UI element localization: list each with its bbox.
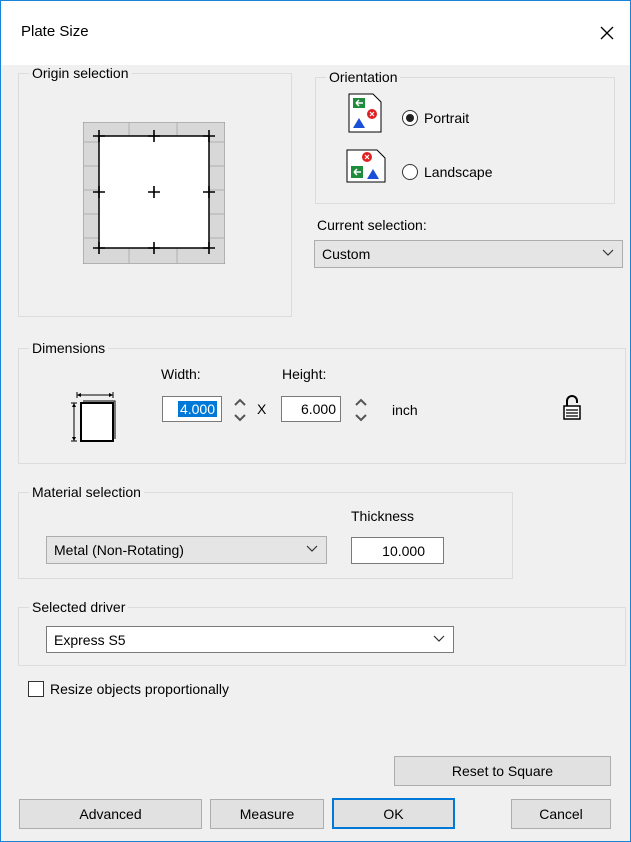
dimensions-legend: Dimensions: [29, 340, 109, 356]
thickness-label: Thickness: [351, 508, 415, 524]
height-value: 6.000: [300, 401, 336, 417]
height-input[interactable]: 6.000: [281, 396, 341, 422]
measure-button[interactable]: Measure: [210, 799, 324, 829]
width-value: 4.000: [177, 401, 217, 417]
title-bar: Plate Size: [1, 1, 630, 65]
height-label: Height:: [282, 366, 327, 382]
material-selection-group: Material selection Thickness Metal (Non-…: [18, 484, 513, 579]
landscape-label[interactable]: Landscape: [424, 164, 493, 180]
dialog-title: Plate Size: [21, 23, 89, 40]
origin-grid[interactable]: [83, 122, 225, 264]
height-spinner[interactable]: [353, 395, 369, 425]
width-label: Width:: [161, 366, 201, 382]
chevron-down-icon: [433, 635, 445, 642]
driver-dropdown[interactable]: Express S5: [46, 626, 454, 653]
dimensions-group: Dimensions Width: Height: 4.000 X 6.000: [18, 340, 626, 464]
current-selection-dropdown[interactable]: Custom: [314, 240, 623, 268]
chevron-down-icon: [306, 545, 318, 552]
portrait-radio[interactable]: [402, 110, 418, 126]
thickness-value: 10.000: [382, 542, 425, 559]
landscape-icon: [346, 149, 386, 183]
thickness-input[interactable]: 10.000: [351, 537, 444, 564]
material-dropdown[interactable]: Metal (Non-Rotating): [46, 536, 327, 564]
ok-label: OK: [383, 805, 404, 822]
reset-to-square-label: Reset to Square: [451, 763, 554, 779]
origin-selection-group: Origin selection: [18, 65, 292, 317]
ok-button[interactable]: OK: [332, 798, 455, 829]
orientation-legend: Orientation: [326, 69, 401, 85]
selected-driver-group: Selected driver Express S5: [18, 599, 626, 666]
plate-size-dialog: Plate Size Origin selection Orientation …: [0, 0, 631, 842]
current-selection-label: Current selection:: [317, 217, 427, 233]
portrait-label[interactable]: Portrait: [424, 110, 469, 126]
orientation-group: Orientation Portrait Landscape: [315, 69, 615, 204]
selected-driver-legend: Selected driver: [29, 599, 129, 615]
driver-value: Express S5: [54, 631, 126, 648]
times-symbol: X: [257, 401, 267, 417]
landscape-radio[interactable]: [402, 164, 418, 180]
advanced-button[interactable]: Advanced: [19, 799, 202, 829]
advanced-label: Advanced: [79, 806, 142, 822]
width-spinner[interactable]: [232, 395, 248, 425]
current-selection-value: Custom: [322, 246, 371, 262]
chevron-down-icon: [602, 249, 614, 256]
lock-icon[interactable]: [562, 395, 582, 421]
resize-proportionally-checkbox[interactable]: [28, 681, 44, 697]
material-value: Metal (Non-Rotating): [54, 542, 184, 558]
material-selection-legend: Material selection: [29, 484, 144, 500]
origin-selection-legend: Origin selection: [29, 65, 132, 81]
portrait-icon: [348, 93, 382, 133]
close-button[interactable]: [584, 1, 630, 65]
width-input[interactable]: 4.000: [162, 396, 222, 422]
measure-label: Measure: [239, 806, 295, 822]
close-icon: [600, 26, 614, 40]
cancel-button[interactable]: Cancel: [511, 799, 611, 829]
reset-to-square-button[interactable]: Reset to Square: [394, 756, 611, 786]
unit-label: inch: [392, 402, 418, 418]
resize-proportionally-label[interactable]: Resize objects proportionally: [50, 681, 229, 697]
dimensions-icon: [71, 392, 116, 442]
cancel-label: Cancel: [539, 806, 583, 822]
